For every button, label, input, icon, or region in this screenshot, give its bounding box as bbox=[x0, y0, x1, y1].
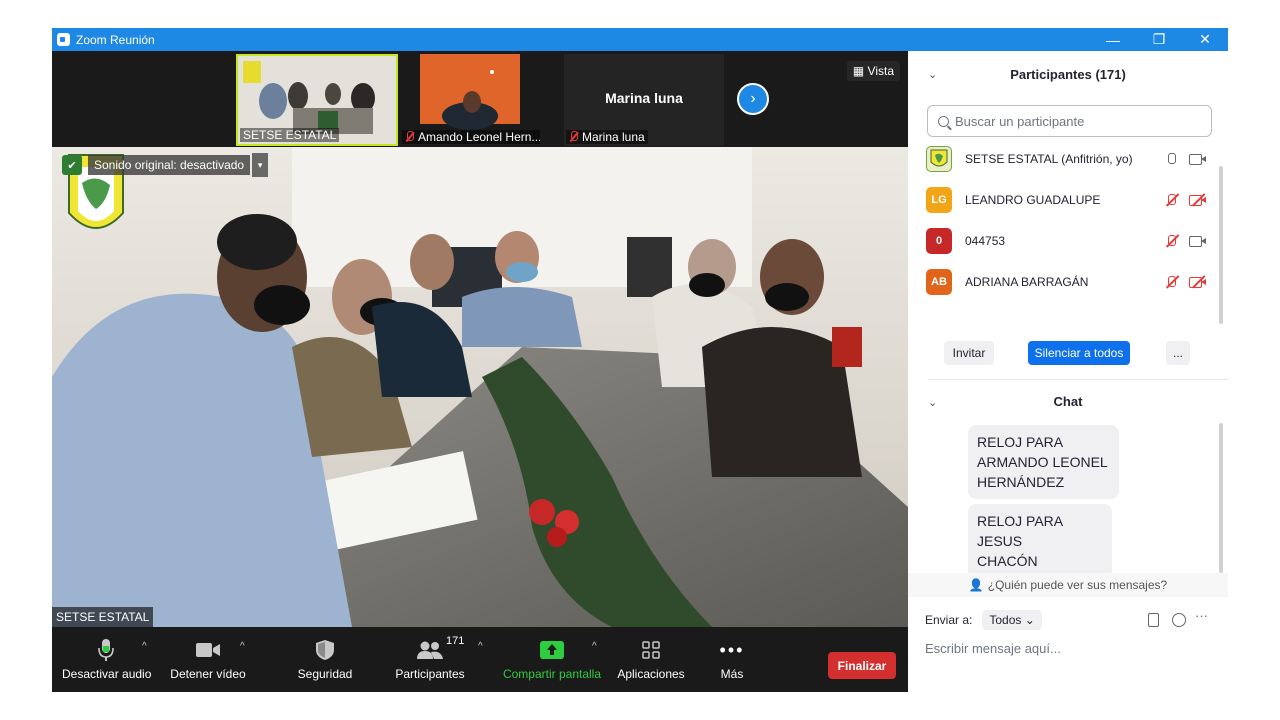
setse-logo-icon bbox=[930, 149, 948, 167]
more-dots-icon: ••• bbox=[719, 639, 745, 660]
minimize-button[interactable]: — bbox=[1090, 28, 1136, 51]
microphone-icon bbox=[98, 639, 114, 661]
participants-scrollbar[interactable] bbox=[1219, 166, 1223, 324]
title-bar: Zoom Reunión — ❐ ✕ bbox=[52, 28, 1228, 51]
mic-muted-icon[interactable] bbox=[1162, 275, 1182, 289]
video-camera-icon bbox=[196, 643, 220, 657]
thumbnail-name: Marina luna bbox=[566, 130, 648, 144]
restore-button[interactable]: ❐ bbox=[1136, 28, 1182, 51]
original-sound-badge[interactable]: ✔ Sonido original: desactivado ▾ bbox=[62, 153, 269, 177]
apps-button[interactable]: Aplicaciones bbox=[612, 637, 690, 681]
video-off-icon[interactable] bbox=[1188, 193, 1208, 207]
microphone-icon[interactable] bbox=[1162, 152, 1182, 166]
share-options-caret[interactable]: ^ bbox=[592, 641, 597, 652]
thumbnail-strip: SETSE ESTATAL Amando Leonel Hern... Mari… bbox=[52, 51, 908, 147]
participant-row[interactable]: 0 044753 bbox=[926, 226, 1208, 256]
participants-title: Participantes (171) bbox=[1010, 67, 1126, 82]
security-button[interactable]: Seguridad bbox=[290, 637, 360, 681]
participant-search-input[interactable]: Buscar un participante bbox=[927, 105, 1212, 137]
chevron-down-icon: ⌄ bbox=[1024, 613, 1035, 627]
main-video[interactable]: ✔ Sonido original: desactivado ▾ SETSE E… bbox=[52, 147, 908, 627]
participant-avatar: LG bbox=[926, 187, 952, 213]
chat-title: Chat bbox=[1053, 394, 1083, 409]
participant-avatar bbox=[926, 146, 952, 172]
participants-icon bbox=[417, 641, 443, 659]
file-icon[interactable] bbox=[1148, 613, 1159, 627]
participant-row[interactable]: LG LEANDRO GUADALUPE bbox=[926, 185, 1208, 215]
video-camera-icon[interactable] bbox=[1188, 152, 1208, 166]
stop-video-button[interactable]: Detener vídeo bbox=[166, 637, 250, 681]
zoom-window: Zoom Reunión — ❐ ✕ SETSE ESTATAL Amando … bbox=[52, 28, 1228, 692]
meeting-room-video-image bbox=[52, 147, 908, 627]
participant-row[interactable]: AB ADRIANA BARRAGÁN bbox=[926, 267, 1208, 297]
who-can-see-messages-link[interactable]: 👤 ¿Quién puede ver sus mensajes? bbox=[908, 573, 1228, 597]
shield-icon bbox=[316, 640, 334, 660]
mic-muted-icon bbox=[405, 131, 414, 142]
thumbnail-big-name: Marina luna bbox=[605, 90, 683, 106]
zoom-logo-icon bbox=[57, 33, 70, 46]
chat-message-input[interactable]: Escribir mensaje aquí... bbox=[925, 641, 1061, 656]
thumbnail-name: SETSE ESTATAL bbox=[240, 128, 340, 142]
person-info-icon: 👤 bbox=[968, 578, 984, 592]
share-screen-icon bbox=[540, 641, 564, 659]
participants-count: 171 bbox=[446, 635, 465, 647]
chat-message: RELOJ PARA ARMANDO LEONEL HERNÁNDEZ bbox=[968, 425, 1119, 499]
more-dots-icon[interactable]: ··· bbox=[1195, 608, 1208, 623]
send-to-row: Enviar a: Todos ⌄ bbox=[925, 610, 1042, 630]
participant-avatar: AB bbox=[926, 269, 952, 295]
send-to-select[interactable]: Todos ⌄ bbox=[982, 610, 1042, 630]
video-options-caret[interactable]: ^ bbox=[240, 641, 245, 652]
mute-all-button[interactable]: Silenciar a todos bbox=[1028, 341, 1130, 365]
close-button[interactable]: ✕ bbox=[1182, 28, 1228, 51]
thumbnail-setse[interactable]: SETSE ESTATAL bbox=[236, 54, 398, 146]
original-sound-label: Sonido original: desactivado bbox=[88, 155, 251, 175]
mic-muted-icon bbox=[569, 131, 578, 142]
share-screen-button[interactable]: Compartir pantalla bbox=[498, 637, 606, 681]
mute-button[interactable]: Desactivar audio bbox=[62, 637, 151, 681]
video-area: SETSE ESTATAL Amando Leonel Hern... Mari… bbox=[52, 51, 908, 692]
chevron-down-icon[interactable]: ▾ bbox=[252, 153, 269, 177]
participant-avatar: 0 bbox=[926, 228, 952, 254]
grid-icon: ▦ bbox=[852, 64, 868, 78]
thumbnail-amando[interactable]: Amando Leonel Hern... bbox=[400, 54, 540, 146]
chat-scrollbar[interactable] bbox=[1219, 423, 1223, 573]
speaker-name: SETSE ESTATAL bbox=[52, 607, 154, 627]
more-participant-options-button[interactable]: ... bbox=[1166, 341, 1190, 365]
side-panel: ⌄ Participantes (171) Buscar un particip… bbox=[908, 51, 1228, 692]
end-meeting-button[interactable]: Finalizar bbox=[828, 652, 896, 679]
emoji-icon[interactable] bbox=[1172, 613, 1186, 627]
search-icon bbox=[938, 115, 949, 127]
mic-muted-icon[interactable] bbox=[1162, 234, 1182, 248]
participant-row[interactable]: SETSE ESTATAL (Anfitrión, yo) bbox=[926, 144, 1208, 174]
more-button[interactable]: ••• Más bbox=[712, 637, 752, 682]
invite-button[interactable]: Invitar bbox=[944, 341, 994, 365]
view-button[interactable]: ▦ Vista bbox=[846, 61, 900, 81]
window-title: Zoom Reunión bbox=[76, 32, 155, 47]
mic-muted-icon[interactable] bbox=[1162, 193, 1182, 207]
shield-check-icon: ✔ bbox=[62, 155, 82, 175]
participants-options-caret[interactable]: ^ bbox=[478, 641, 483, 652]
thumbnail-name: Amando Leonel Hern... bbox=[402, 130, 540, 144]
audio-options-caret[interactable]: ^ bbox=[142, 641, 147, 652]
thumbnail-marina[interactable]: Marina luna Marina luna bbox=[564, 54, 724, 146]
next-page-button[interactable]: › bbox=[737, 83, 769, 115]
apps-icon bbox=[642, 641, 660, 659]
video-off-icon[interactable] bbox=[1188, 275, 1208, 289]
participants-button[interactable]: 171 Participantes bbox=[390, 635, 470, 681]
divider bbox=[928, 379, 1228, 380]
video-camera-icon[interactable] bbox=[1188, 234, 1208, 248]
meeting-toolbar: Desactivar audio ^ Detener vídeo ^ Segur… bbox=[52, 627, 908, 692]
chat-message: RELOJ PARA JESUS CHACÓN bbox=[968, 504, 1112, 578]
